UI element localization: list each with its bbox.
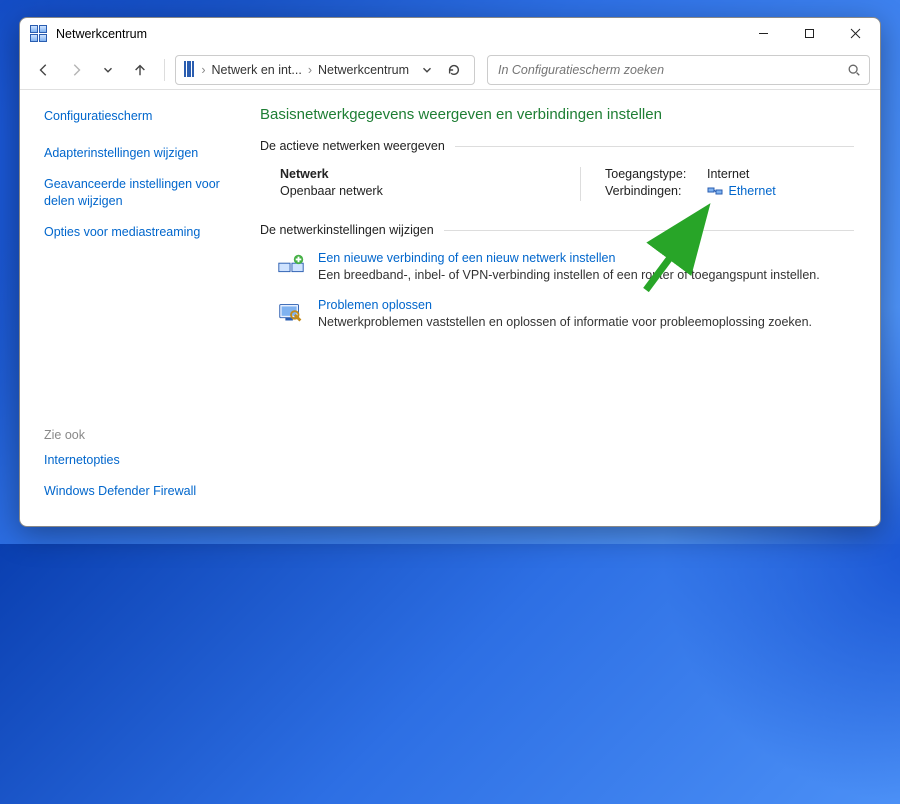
network-profile: Openbaar netwerk xyxy=(280,184,580,198)
task-troubleshoot: Problemen oplossen Netwerkproblemen vast… xyxy=(276,298,854,329)
window: Netwerkcentrum › Netwerk en int... › Net… xyxy=(19,17,881,527)
task-troubleshoot-desc: Netwerkproblemen vaststellen en oplossen… xyxy=(318,315,812,329)
titlebar: Netwerkcentrum xyxy=(20,18,880,50)
access-value: Internet xyxy=(707,167,749,181)
body: Configuratiescherm Adapterinstellingen w… xyxy=(20,90,880,526)
ethernet-link[interactable]: Ethernet xyxy=(728,184,775,198)
address-dropdown-button[interactable] xyxy=(415,58,439,82)
active-network-block: Netwerk Openbaar netwerk Toegangstype: I… xyxy=(280,167,854,201)
task-new-connection: Een nieuwe verbinding of een nieuw netwe… xyxy=(276,251,854,282)
sidebar-link-sharing[interactable]: Geavanceerde instellingen voor delen wij… xyxy=(44,176,224,210)
breadcrumb-part1[interactable]: Netwerk en int... xyxy=(212,63,302,77)
minimize-button[interactable] xyxy=(740,18,786,50)
maximize-button[interactable] xyxy=(786,18,832,50)
breadcrumb-part2[interactable]: Netwerkcentrum xyxy=(318,63,409,77)
sidebar-also-label: Zie ook xyxy=(44,428,224,442)
task-new-connection-link[interactable]: Een nieuwe verbinding of een nieuw netwe… xyxy=(318,251,615,265)
sidebar: Configuratiescherm Adapterinstellingen w… xyxy=(20,90,238,526)
back-button[interactable] xyxy=(30,56,58,84)
access-label: Toegangstype: xyxy=(605,167,707,181)
window-title: Netwerkcentrum xyxy=(56,27,147,41)
search-box[interactable] xyxy=(487,55,870,85)
search-input[interactable] xyxy=(496,62,861,78)
task-new-connection-desc: Een breedband-, inbel- of VPN-verbinding… xyxy=(318,268,820,282)
sidebar-link-streaming[interactable]: Opties voor mediastreaming xyxy=(44,224,224,241)
forward-button[interactable] xyxy=(62,56,90,84)
refresh-button[interactable] xyxy=(442,58,466,82)
sidebar-home-link[interactable]: Configuratiescherm xyxy=(44,108,224,125)
ethernet-icon xyxy=(707,186,723,196)
connections-label: Verbindingen: xyxy=(605,184,707,198)
chevron-right-icon: › xyxy=(308,63,312,77)
recent-button[interactable] xyxy=(94,56,122,84)
address-bar[interactable]: › Netwerk en int... › Netwerkcentrum xyxy=(175,55,475,85)
active-networks-header: De actieve netwerken weergeven xyxy=(260,139,854,153)
close-button[interactable] xyxy=(832,18,878,50)
content: Basisnetwerkgegevens weergeven en verbin… xyxy=(238,90,880,526)
separator xyxy=(164,59,165,81)
chevron-right-icon: › xyxy=(201,63,205,77)
window-controls xyxy=(740,18,878,50)
network-name: Netwerk xyxy=(280,167,580,181)
new-connection-icon xyxy=(276,251,306,281)
troubleshoot-icon xyxy=(276,298,306,328)
search-icon xyxy=(847,63,861,77)
sidebar-also-firewall[interactable]: Windows Defender Firewall xyxy=(44,483,224,500)
up-button[interactable] xyxy=(126,56,154,84)
toolbar: › Netwerk en int... › Netwerkcentrum xyxy=(20,50,880,90)
task-troubleshoot-link[interactable]: Problemen oplossen xyxy=(318,298,432,312)
sidebar-link-adapter[interactable]: Adapterinstellingen wijzigen xyxy=(44,145,224,162)
network-center-icon xyxy=(30,25,48,43)
network-center-icon xyxy=(184,62,195,78)
sidebar-also-internetopties[interactable]: Internetopties xyxy=(44,452,224,469)
change-settings-header: De netwerkinstellingen wijzigen xyxy=(260,223,854,237)
page-title: Basisnetwerkgegevens weergeven en verbin… xyxy=(260,106,854,123)
